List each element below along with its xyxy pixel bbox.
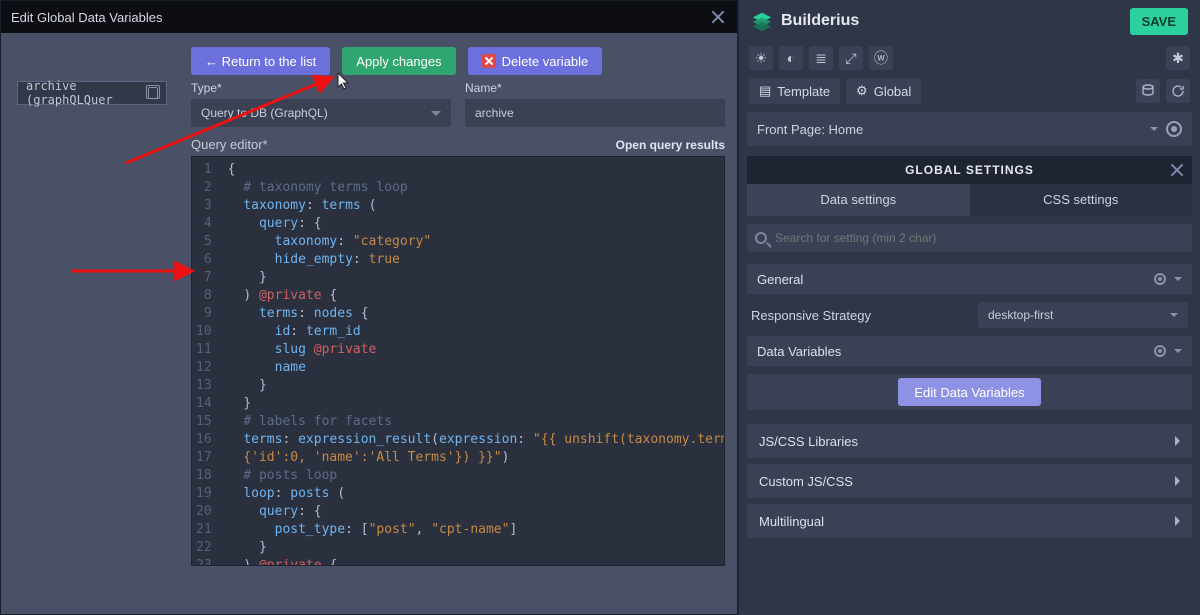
scope-global[interactable]: ⚙ Global [846, 78, 921, 104]
edit-variables-row: Edit Data Variables [747, 374, 1192, 410]
sidebar: Builderius SAVE ☀ ◐ ≣ ⤢ ⓦ ✱ ▤ Template ⚙… [738, 0, 1200, 615]
tab-css-settings[interactable]: CSS settings [970, 184, 1193, 216]
open-query-results-link[interactable]: Open query results [616, 138, 725, 152]
annotation-arrow-icon [71, 261, 201, 281]
section-data-variables[interactable]: Data Variables [747, 336, 1192, 366]
eye-icon[interactable] [1166, 121, 1182, 137]
section-custom-jscss[interactable]: Custom JS/CSS [747, 464, 1192, 498]
scope-global-label: Global [874, 84, 912, 99]
settings-tabs: Data settings CSS settings [747, 184, 1192, 216]
editor-code[interactable]: { # taxonomy terms loop taxonomy: terms … [220, 157, 725, 565]
chevron-down-icon [431, 111, 441, 116]
name-input[interactable] [465, 99, 725, 127]
section-general[interactable]: General [747, 264, 1192, 294]
type-select[interactable]: Query to DB (GraphQL) [191, 99, 451, 127]
modal-header: Edit Global Data Variables [1, 1, 737, 33]
query-editor[interactable]: 1234567891011121314151617181920212223242… [191, 156, 725, 566]
section-multilingual-label: Multilingual [759, 514, 824, 529]
delete-icon [482, 54, 496, 68]
contrast-icon[interactable]: ◐ [779, 46, 803, 70]
gear-icon: ⚙ [856, 83, 868, 99]
edit-variables-modal: Edit Global Data Variables ← Return to t… [0, 0, 738, 615]
section-jscss-libraries-label: JS/CSS Libraries [759, 434, 858, 449]
editor-gutter: 1234567891011121314151617181920212223242… [192, 157, 220, 565]
breadcrumb[interactable]: Front Page: Home [747, 112, 1192, 146]
variable-chip-label: archive (graphQLQuer [26, 79, 148, 107]
save-button[interactable]: SAVE [1130, 8, 1188, 35]
settings-search-input[interactable] [775, 231, 1184, 245]
responsive-strategy-select[interactable]: desktop-first [978, 302, 1188, 328]
section-custom-jscss-label: Custom JS/CSS [759, 474, 853, 489]
scope-row: ▤ Template ⚙ Global [739, 74, 1200, 108]
bug-icon[interactable]: ✱ [1166, 46, 1190, 70]
type-select-value: Query to DB (GraphQL) [201, 106, 328, 120]
modal-action-row: ← Return to the list Apply changes Delet… [1, 33, 737, 83]
delete-variable-label: Delete variable [502, 54, 589, 69]
radio-on-icon [1154, 345, 1166, 357]
delete-variable-button[interactable]: Delete variable [468, 47, 603, 75]
brand-logo-icon [751, 10, 773, 32]
modal-title: Edit Global Data Variables [11, 10, 163, 25]
breadcrumb-text: Front Page: Home [757, 122, 863, 137]
chevron-right-icon [1175, 436, 1180, 446]
list-icon[interactable]: ≣ [809, 46, 833, 70]
section-jscss-libraries[interactable]: JS/CSS Libraries [747, 424, 1192, 458]
edit-data-variables-button[interactable]: Edit Data Variables [898, 378, 1040, 406]
tab-data-settings[interactable]: Data settings [747, 184, 970, 216]
responsive-strategy-value: desktop-first [988, 308, 1053, 322]
query-editor-label: Query editor* [191, 137, 268, 152]
settings-title-bar: GLOBAL SETTINGS [747, 156, 1192, 184]
brand-name: Builderius [781, 12, 859, 30]
brand-row: Builderius SAVE [739, 0, 1200, 42]
wordpress-icon[interactable]: ⓦ [869, 46, 893, 70]
variable-form: Type* Query to DB (GraphQL) Name* Query … [191, 81, 725, 566]
variable-chip[interactable]: archive (graphQLQuer [17, 81, 167, 105]
responsive-strategy-row: Responsive Strategy desktop-first [747, 300, 1192, 330]
apply-changes-button[interactable]: Apply changes [342, 47, 455, 75]
cursor-icon [336, 71, 352, 91]
brand: Builderius [751, 10, 859, 32]
chevron-right-icon [1175, 476, 1180, 486]
chevron-down-icon[interactable] [1150, 127, 1158, 131]
database-icon[interactable] [1136, 79, 1160, 103]
name-label: Name* [465, 81, 725, 95]
scope-template[interactable]: ▤ Template [749, 78, 840, 104]
search-icon [755, 232, 767, 244]
chevron-down-icon [1170, 313, 1178, 317]
radio-on-icon [1154, 273, 1166, 285]
brightness-icon[interactable]: ☀ [749, 46, 773, 70]
template-icon: ▤ [759, 83, 771, 99]
settings-search[interactable] [747, 224, 1192, 252]
return-to-list-button[interactable]: ← Return to the list [191, 47, 330, 75]
chevron-down-icon [1174, 349, 1182, 353]
section-data-variables-label: Data Variables [757, 344, 841, 359]
copy-icon[interactable] [148, 87, 158, 99]
refresh-icon[interactable] [1166, 79, 1190, 103]
settings-title: GLOBAL SETTINGS [905, 163, 1034, 177]
scope-template-label: Template [777, 84, 830, 99]
section-multilingual[interactable]: Multilingual [747, 504, 1192, 538]
close-icon[interactable] [1168, 161, 1186, 179]
expand-icon[interactable]: ⤢ [839, 46, 863, 70]
responsive-strategy-label: Responsive Strategy [751, 308, 871, 323]
chevron-right-icon [1175, 516, 1180, 526]
chevron-down-icon [1174, 277, 1182, 281]
type-label: Type* [191, 81, 451, 95]
close-icon[interactable] [709, 8, 727, 26]
section-general-label: General [757, 272, 803, 287]
toolbar: ☀ ◐ ≣ ⤢ ⓦ ✱ [739, 42, 1200, 74]
